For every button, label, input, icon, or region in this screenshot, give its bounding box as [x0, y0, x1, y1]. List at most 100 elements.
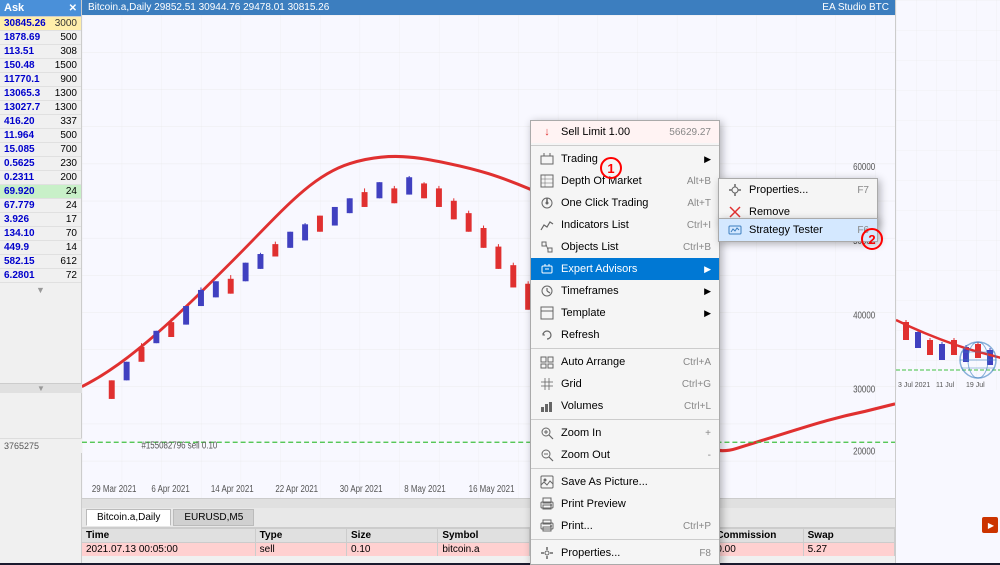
timeframes-arrow: ▶	[704, 286, 711, 297]
list-item: 15.085700	[0, 143, 81, 157]
refresh-icon	[539, 327, 555, 343]
menu-item-auto-arrange[interactable]: Auto Arrange Ctrl+A	[531, 351, 719, 373]
menu-item-sell-limit[interactable]: ↓ Sell Limit 1.00 56629.27	[531, 121, 719, 143]
play-button[interactable]: ▶	[982, 517, 998, 533]
menu-item-expert-advisors[interactable]: Expert Advisors ▶	[531, 258, 719, 280]
auto-arrange-icon	[539, 354, 555, 370]
timeframes-icon	[539, 283, 555, 299]
one-click-icon	[539, 195, 555, 211]
orders-table: Time Type Size Symbol Price Price Commis…	[82, 528, 895, 563]
badge-2-label: 2	[868, 232, 875, 247]
menu-divider-1	[531, 145, 719, 146]
tab-bitcoin-daily[interactable]: Bitcoin.a,Daily	[86, 509, 171, 526]
sell-limit-label: Sell Limit 1.00	[561, 126, 661, 138]
order-type: sell	[256, 543, 347, 556]
list-item: 449.914	[0, 241, 81, 255]
menu-item-trading[interactable]: Trading ▶	[531, 148, 719, 170]
menu-divider-2	[531, 348, 719, 349]
menu-item-save-picture[interactable]: Save As Picture...	[531, 471, 719, 493]
list-item: 13065.31300	[0, 87, 81, 101]
dom-label: Depth Of Market	[561, 175, 679, 187]
chart-area: Bitcoin.a,Daily 29852.51 30944.76 29478.…	[82, 0, 895, 563]
ea-properties-shortcut: F7	[857, 185, 869, 196]
zoom-in-shortcut: +	[705, 428, 711, 439]
list-item: 113.51308	[0, 45, 81, 59]
sidebar-scroll-down: ▼	[0, 283, 81, 297]
top-volume: 3000	[55, 18, 77, 29]
chart-horizontal-scrollbar[interactable]	[82, 498, 895, 508]
menu-item-ea-properties[interactable]: Properties... F7	[719, 179, 877, 201]
list-item: 3.92617	[0, 213, 81, 227]
strategy-tester-label: Strategy Tester	[749, 224, 849, 236]
ea-icon	[539, 261, 555, 277]
zoom-out-label: Zoom Out	[561, 449, 700, 461]
volumes-icon	[539, 398, 555, 414]
chart-title-text: Bitcoin.a,Daily 29852.51 30944.76 29478.…	[88, 2, 329, 13]
menu-divider-5	[531, 539, 719, 540]
menu-item-template[interactable]: Template ▶	[531, 302, 719, 324]
play-icon: ▶	[988, 521, 994, 530]
svg-text:3 Jul 2021: 3 Jul 2021	[898, 382, 930, 389]
list-item: 11.964500	[0, 129, 81, 143]
indicators-label: Indicators List	[561, 219, 679, 231]
list-item: 134.1070	[0, 227, 81, 241]
zoom-out-shortcut: -	[708, 450, 711, 461]
objects-label: Objects List	[561, 241, 675, 253]
header-commission: Commission	[712, 529, 803, 542]
list-item: 0.5625230	[0, 157, 81, 171]
menu-item-refresh[interactable]: Refresh	[531, 324, 719, 346]
menu-item-indicators[interactable]: Indicators List Ctrl+I	[531, 214, 719, 236]
order-time: 2021.07.13 00:05:00	[82, 543, 256, 556]
menu-item-print-preview[interactable]: Print Preview	[531, 493, 719, 515]
print-preview-icon	[539, 496, 555, 512]
order-size: 0.10	[347, 543, 438, 556]
list-item: 0.2311200	[0, 171, 81, 185]
strategy-tester-icon	[727, 222, 743, 238]
menu-item-grid[interactable]: Grid Ctrl+G	[531, 373, 719, 395]
menu-item-one-click[interactable]: One Click Trading Alt+T	[531, 192, 719, 214]
objects-icon	[539, 239, 555, 255]
menu-item-zoom-in[interactable]: Zoom In +	[531, 422, 719, 444]
menu-item-objects[interactable]: Objects List Ctrl+B	[531, 236, 719, 258]
app-title: EA Studio BTC	[822, 2, 889, 13]
menu-item-depth-of-market[interactable]: Depth Of Market Alt+B	[531, 170, 719, 192]
menu-item-strategy-tester[interactable]: Strategy Tester F6	[719, 219, 877, 241]
context-menu: ↓ Sell Limit 1.00 56629.27 Trading ▶ Dep…	[530, 120, 720, 565]
sidebar-rows: 30845.26 3000 1878.69500 113.51308 150.4…	[0, 17, 81, 563]
bottom-price: 3765275	[4, 441, 78, 451]
svg-text:30000: 30000	[853, 384, 875, 395]
svg-text:11 Jul: 11 Jul	[936, 382, 955, 389]
list-item: 6.280172	[0, 269, 81, 283]
svg-text:16 May 2021: 16 May 2021	[469, 483, 515, 494]
menu-item-print[interactable]: Print... Ctrl+P	[531, 515, 719, 537]
svg-text:14 Apr 2021: 14 Apr 2021	[211, 483, 254, 494]
header-type: Type	[256, 529, 347, 542]
zoom-in-icon	[539, 425, 555, 441]
menu-item-timeframes[interactable]: Timeframes ▶	[531, 280, 719, 302]
left-sidebar-scrollbar[interactable]: ▼	[0, 383, 82, 393]
menu-item-zoom-out[interactable]: Zoom Out -	[531, 444, 719, 466]
badge-1-label: 1	[607, 161, 614, 176]
tab-eurusd-m5[interactable]: EURUSD,M5	[173, 509, 254, 526]
menu-item-volumes[interactable]: Volumes Ctrl+L	[531, 395, 719, 417]
sidebar-row-top: 30845.26 3000	[0, 17, 81, 31]
order-row: 2021.07.13 00:05:00 sell 0.10 bitcoin.a …	[82, 543, 895, 556]
orders-header: Time Type Size Symbol Price Price Commis…	[82, 529, 895, 543]
right-panel-chart: 3 Jul 2021 11 Jul 19 Jul ▶	[896, 0, 1000, 563]
list-item: 1878.69500	[0, 31, 81, 45]
badge-2: 2	[861, 228, 883, 250]
menu-divider-3	[531, 419, 719, 420]
sidebar-close-icon[interactable]: ✕	[69, 3, 77, 14]
indicators-icon	[539, 217, 555, 233]
list-item: 11770.1900	[0, 73, 81, 87]
properties-icon	[539, 545, 555, 561]
order-swap: 5.27	[804, 543, 895, 556]
template-submenu: Strategy Tester F6	[718, 218, 878, 242]
menu-item-properties[interactable]: Properties... F8	[531, 542, 719, 564]
main-container: Ask ✕ 30845.26 3000 1878.69500 113.51308…	[0, 0, 1000, 563]
chart-canvas[interactable]: 29 Mar 2021 6 Apr 2021 14 Apr 2021 22 Ap…	[82, 15, 895, 498]
print-label: Print...	[561, 520, 675, 532]
timeframes-label: Timeframes	[561, 285, 698, 297]
zoom-out-icon	[539, 447, 555, 463]
auto-arrange-label: Auto Arrange	[561, 356, 675, 368]
